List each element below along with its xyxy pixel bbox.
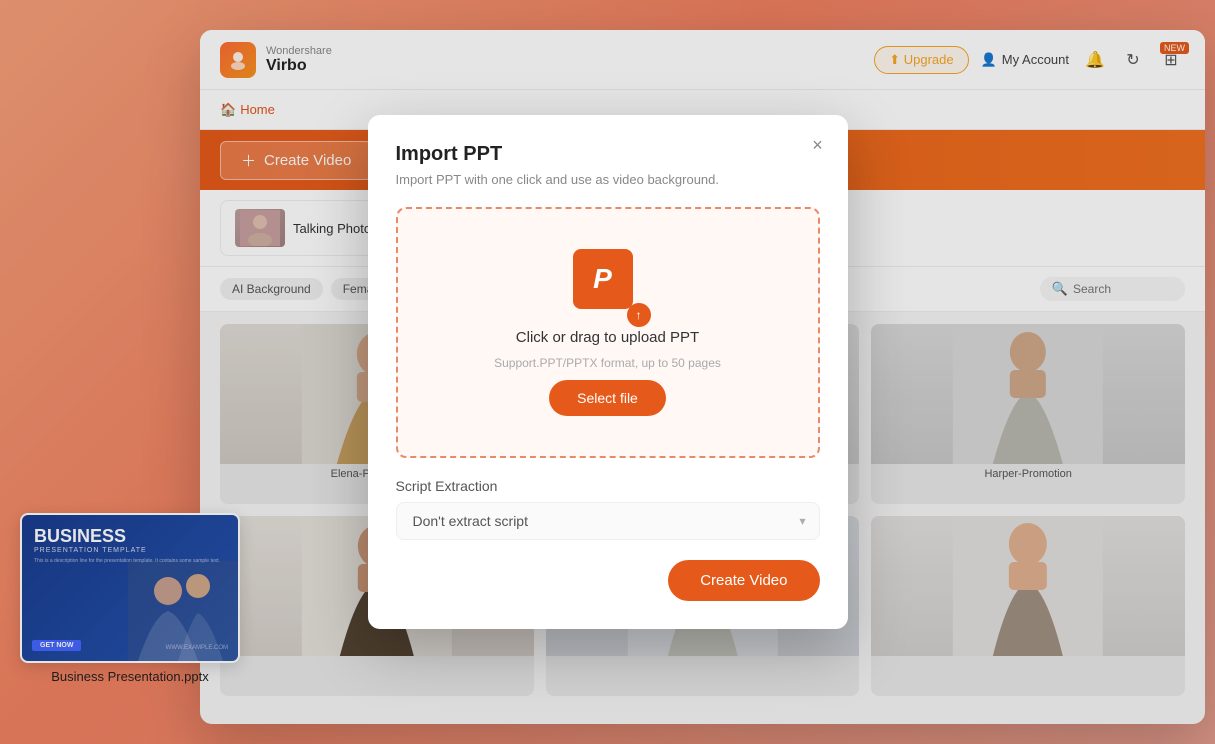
chevron-down-icon: ▾: [799, 514, 805, 528]
modal-footer: Create Video: [396, 560, 820, 601]
import-ppt-modal: × Import PPT Import PPT with one click a…: [368, 115, 848, 629]
script-option-text: Don't extract script: [413, 513, 529, 529]
upload-zone[interactable]: P ↑ Click or drag to upload PPT Support.…: [396, 207, 820, 458]
modal-title: Import PPT: [396, 143, 820, 166]
select-file-label: Select file: [577, 390, 638, 406]
upload-hint: Support.PPT/PPTX format, up to 50 pages: [494, 356, 721, 370]
script-select-wrapper: Don't extract script ▾: [396, 502, 820, 540]
create-video-modal-button[interactable]: Create Video: [668, 560, 819, 601]
close-icon: ×: [812, 135, 823, 156]
upload-arrow-icon: ↑: [627, 303, 651, 327]
modal-subtitle: Import PPT with one click and use as vid…: [396, 172, 820, 187]
script-select[interactable]: Don't extract script: [396, 502, 820, 540]
script-section: Script Extraction Don't extract script ▾: [396, 478, 820, 540]
script-section-label: Script Extraction: [396, 478, 820, 494]
modal-overlay: × Import PPT Import PPT with one click a…: [0, 0, 1215, 744]
create-video-modal-label: Create Video: [700, 572, 787, 589]
ppt-upload-icon: P ↑: [573, 249, 643, 319]
modal-close-button[interactable]: ×: [804, 131, 832, 159]
upload-text: Click or drag to upload PPT: [516, 329, 699, 346]
ppt-icon-shape: P: [573, 249, 633, 309]
select-file-button[interactable]: Select file: [549, 380, 666, 416]
